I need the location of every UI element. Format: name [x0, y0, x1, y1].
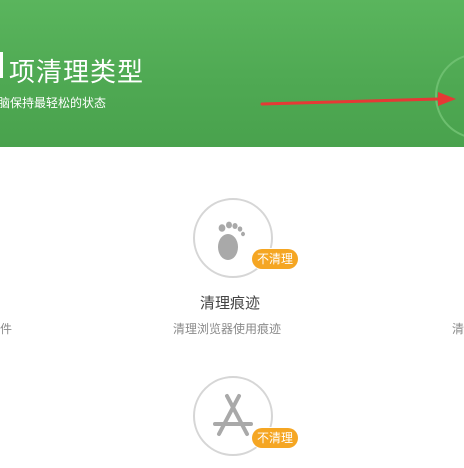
left-partial-desc: 件 — [0, 322, 13, 336]
right-partial-desc: 清 — [452, 322, 464, 336]
trace-cleanup-title: 清理痕迹 — [200, 294, 261, 312]
app-cleanup-status-badge[interactable]: 不清理 — [252, 428, 299, 448]
trace-cleanup-status-badge[interactable]: 不清理 — [252, 249, 299, 269]
header-banner: 项清理类型 脑保持最轻松的状态 — [0, 0, 464, 147]
cleanup-type-panel: 项清理类型 脑保持最轻松的状态 件 清 不清理 清理痕迹 清理浏览器使用痕迹 不… — [0, 0, 464, 468]
pointer-arrow-icon — [260, 55, 464, 137]
trace-cleanup-desc: 清理浏览器使用痕迹 — [173, 322, 282, 336]
